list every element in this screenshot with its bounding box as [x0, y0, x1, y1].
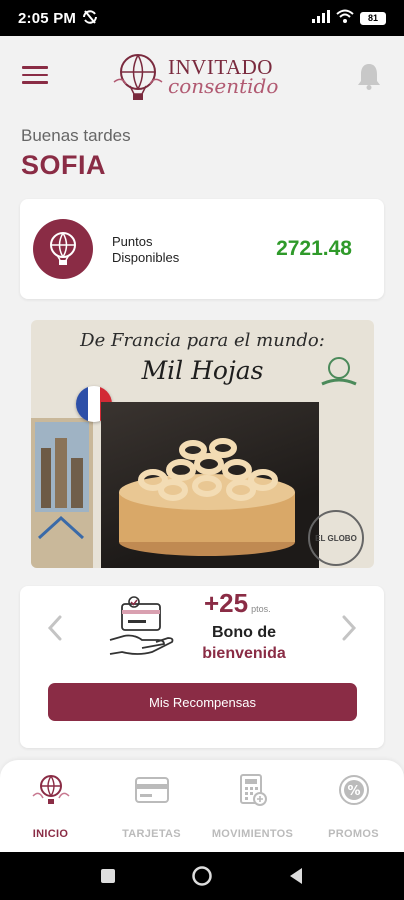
green-stamp-icon — [321, 357, 357, 386]
app-logo: INVITADO consentido — [112, 48, 296, 104]
percent-icon: % — [334, 772, 374, 808]
svg-text:%: % — [347, 784, 360, 799]
bonus-subtitle: bienvenida — [202, 645, 286, 662]
nav-label-promos: PROMOS — [328, 828, 379, 840]
wifi-icon — [336, 9, 354, 27]
promo-banner[interactable]: De Francia para el mundo: Mil Hojas EL G… — [31, 320, 374, 568]
calculator-icon — [233, 772, 273, 808]
stamp-logo: EL GLOBO — [308, 510, 364, 566]
logo-balloon-icon — [113, 54, 163, 100]
status-bar: 2:05 PM 81 — [0, 0, 404, 36]
user-name: SOFIA — [21, 150, 107, 180]
bonus-title: Bono de — [212, 624, 276, 641]
points-card: Puntos Disponibles 2721.48 — [20, 199, 384, 299]
battery-icon: 81 — [360, 11, 386, 25]
points-balloon-icon — [33, 219, 93, 279]
menu-icon[interactable] — [22, 66, 48, 88]
nav-item-movimientos[interactable]: MOVIMIENTOS — [202, 760, 303, 852]
gift-card-hand-icon — [109, 596, 174, 655]
recents-icon[interactable] — [96, 864, 120, 888]
logo-subtitle: consentido — [168, 73, 279, 98]
chevron-right-icon[interactable] — [338, 614, 360, 642]
chevron-left-icon[interactable] — [44, 614, 66, 642]
system-nav-bar — [0, 852, 404, 900]
greeting-text: Buenas tardes — [21, 126, 131, 145]
app-header: INVITADO consentido — [0, 36, 404, 116]
nav-label-movimientos: MOVIMIENTOS — [211, 828, 294, 840]
back-icon[interactable] — [284, 864, 308, 888]
cake-image — [119, 438, 295, 556]
bonus-card: +25 ptos. Bono de bienvenida Mis Recompe… — [20, 586, 384, 748]
nav-label-inicio: INICIO — [32, 828, 69, 840]
bell-icon[interactable] — [356, 62, 382, 90]
postcard-image — [31, 418, 93, 568]
sync-icon — [82, 9, 98, 27]
banner-headline: De Francia para el mundo: — [80, 330, 325, 351]
card-icon — [132, 772, 172, 808]
nav-item-inicio[interactable]: INICIO — [0, 760, 101, 852]
points-value: 2721.48 — [276, 237, 352, 260]
balloon-icon — [31, 772, 71, 808]
bonus-points-value: +25 — [204, 588, 249, 618]
signal-icon — [312, 9, 330, 27]
nav-label-tarjetas: TARJETAS — [122, 828, 181, 840]
nav-item-promos[interactable]: % PROMOS — [303, 760, 404, 852]
home-icon[interactable] — [190, 864, 214, 888]
nav-item-tarjetas[interactable]: TARJETAS — [101, 760, 202, 852]
bottom-nav: INICIO TARJETAS MOVIMIENTOS % PROMOS — [0, 760, 404, 852]
status-time: 2:05 PM — [18, 9, 77, 27]
my-rewards-button[interactable]: Mis Recompensas — [48, 683, 357, 721]
bonus-points: +25 ptos. — [204, 588, 271, 619]
points-label: Puntos Disponibles — [112, 234, 180, 265]
bonus-points-unit: ptos. — [251, 604, 271, 614]
